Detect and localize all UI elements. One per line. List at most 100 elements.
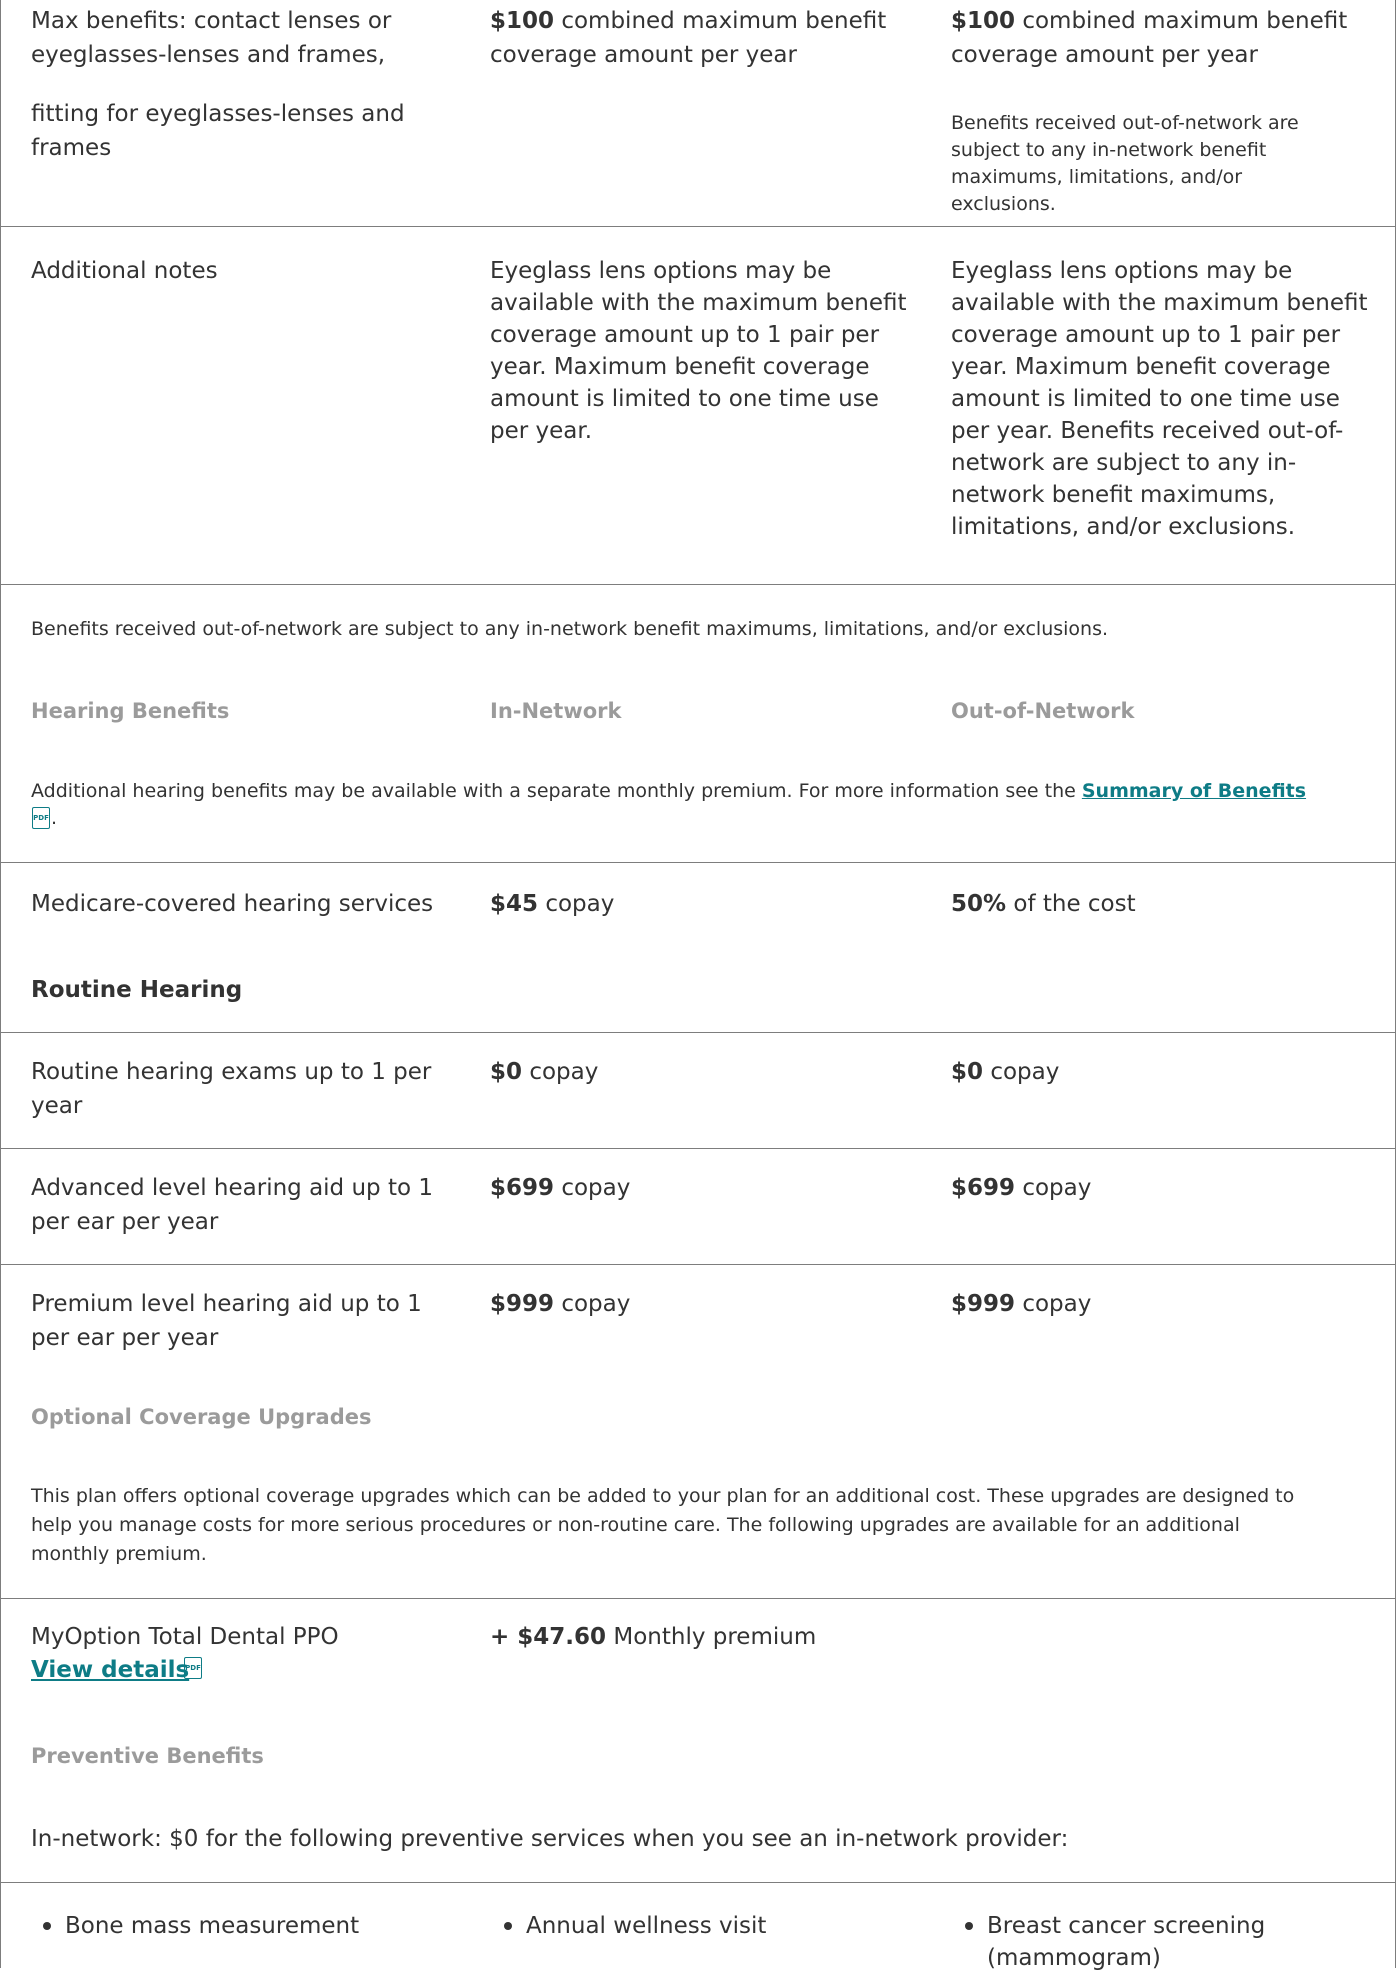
additional-notes-out-line2: available with the maximum benefit	[951, 290, 1368, 316]
out-network-text: of the cost	[1006, 891, 1136, 917]
premium-text: Monthly premium	[606, 1624, 817, 1650]
additional-notes-out-line5: amount is limited to one time use	[951, 386, 1340, 412]
premium-amount: + $47.60	[490, 1624, 607, 1650]
in-network-text: copay	[538, 891, 615, 917]
out-network-amount: 50%	[951, 891, 1007, 917]
additional-notes-in-line2: available with the maximum benefit	[490, 290, 907, 316]
hearing-intro: Additional hearing benefits may be avail…	[31, 777, 1306, 806]
preventive-intro: In-network: $0 for the following prevent…	[31, 1826, 1069, 1852]
hearing-benefits-header: Hearing Benefits	[31, 699, 230, 723]
out-network-amount: $100	[951, 8, 1016, 34]
additional-notes-in-line3: coverage amount up to 1 pair per	[490, 322, 880, 348]
list-item: Bone mass measurement	[65, 1913, 360, 1939]
hearing-row-label-line2: year	[31, 1093, 83, 1119]
view-details-link[interactable]: View details	[31, 1653, 189, 1687]
additional-notes-out-line9: limitations, and/or exclusions.	[951, 514, 1296, 540]
row-divider	[0, 584, 1396, 585]
out-network-text: copay	[983, 1059, 1060, 1085]
hearing-intro-text: Additional hearing benefits may be avail…	[31, 780, 1082, 802]
left-border	[0, 0, 1, 1968]
bullet-icon	[965, 1922, 973, 1930]
optional-upgrades-header: Optional Coverage Upgrades	[31, 1405, 372, 1429]
additional-notes-in-line5: amount is limited to one time use	[490, 386, 879, 412]
out-network-amount: $999	[951, 1291, 1016, 1317]
out-network-amount: $0	[951, 1059, 984, 1085]
additional-notes-in-line4: year. Maximum benefit coverage	[490, 354, 870, 380]
hearing-row-in-network: $0 copay	[490, 1055, 598, 1089]
row-divider	[0, 1882, 1396, 1883]
row-divider	[0, 1598, 1396, 1599]
row-divider	[0, 862, 1396, 863]
in-network-amount: $999	[490, 1291, 555, 1317]
in-network-amount: $699	[490, 1175, 555, 1201]
hearing-row-out-network: $999 copay	[951, 1287, 1091, 1321]
max-benefits-out-network-line2: coverage amount per year	[951, 42, 1258, 68]
max-benefits-label-line4: frames	[31, 135, 112, 161]
list-item: Breast cancer screening	[987, 1913, 1266, 1939]
max-benefits-out-network: $100 combined maximum benefit	[951, 4, 1347, 38]
summary-of-benefits-link[interactable]: Summary of Benefits	[1082, 780, 1306, 802]
in-network-header: In-Network	[490, 699, 622, 723]
out-of-network-header: Out-of-Network	[951, 699, 1135, 723]
additional-notes-out-line3: coverage amount up to 1 pair per	[951, 322, 1341, 348]
hearing-intro-period: .	[51, 807, 58, 829]
hearing-row-label-line2: per ear per year	[31, 1209, 219, 1235]
list-item: Annual wellness visit	[526, 1913, 767, 1939]
out-network-text: copay	[1015, 1291, 1092, 1317]
list-item-continuation: (mammogram)	[987, 1945, 1161, 1971]
in-network-amount: $45	[490, 891, 539, 917]
out-network-disclaimer: Benefits received out-of-network are sub…	[31, 618, 1109, 640]
upgrades-intro-line3: monthly premium.	[31, 1543, 207, 1565]
max-benefits-label-line2: eyeglasses-lenses and frames,	[31, 42, 386, 68]
additional-notes-in-line1: Eyeglass lens options may be	[490, 258, 832, 284]
in-network-text: copay	[522, 1059, 599, 1085]
hearing-row-in-network: $999 copay	[490, 1287, 630, 1321]
max-benefits-label-line3: fitting for eyeglasses-lenses and	[31, 101, 405, 127]
max-benefits-in-network: $100 combined maximum benefit	[490, 4, 886, 38]
dental-premium: + $47.60 Monthly premium	[490, 1620, 816, 1654]
bullet-icon	[43, 1922, 51, 1930]
row-divider	[0, 1032, 1396, 1033]
medicare-hearing-label: Medicare-covered hearing services	[31, 891, 434, 917]
additional-notes-in-line6: per year.	[490, 418, 593, 444]
out-network-text: copay	[1015, 1175, 1092, 1201]
hearing-row-in-network: $699 copay	[490, 1171, 630, 1205]
hearing-row-label-line1: Advanced level hearing aid up to 1	[31, 1175, 433, 1201]
additional-notes-out-line7: network are subject to any in-	[951, 450, 1297, 476]
max-benefits-label-line1: Max benefits: contact lenses or	[31, 8, 392, 34]
out-network-note-line2: subject to any in-network benefit	[951, 139, 1267, 161]
routine-hearing-heading: Routine Hearing	[31, 977, 243, 1003]
row-divider	[0, 226, 1396, 227]
additional-notes-out-line4: year. Maximum benefit coverage	[951, 354, 1331, 380]
additional-notes-out-line6: per year. Benefits received out-of-	[951, 418, 1344, 444]
upgrades-intro-line2: help you manage costs for more serious p…	[31, 1514, 1240, 1536]
out-network-amount: $699	[951, 1175, 1016, 1201]
hearing-row-label-line2: per ear per year	[31, 1325, 219, 1351]
hearing-row-label-line1: Premium level hearing aid up to 1	[31, 1291, 422, 1317]
additional-notes-out-line1: Eyeglass lens options may be	[951, 258, 1293, 284]
out-network-text: combined maximum benefit	[1015, 8, 1348, 34]
additional-notes-label: Additional notes	[31, 258, 218, 284]
pdf-icon: PDF	[32, 807, 50, 829]
in-network-text: copay	[554, 1291, 631, 1317]
out-network-note-line4: exclusions.	[951, 193, 1056, 215]
in-network-amount: $100	[490, 8, 555, 34]
medicare-hearing-out-network: 50% of the cost	[951, 887, 1136, 921]
benefits-page: Max benefits: contact lenses or eyeglass…	[0, 0, 1396, 1971]
max-benefits-in-network-line2: coverage amount per year	[490, 42, 797, 68]
additional-notes-out-line8: network benefit maximums,	[951, 482, 1276, 508]
dental-plan-name: MyOption Total Dental PPO	[31, 1624, 339, 1650]
out-network-note-line3: maximums, limitations, and/or	[951, 166, 1243, 188]
bullet-icon	[504, 1922, 512, 1930]
in-network-amount: $0	[490, 1059, 523, 1085]
hearing-row-out-network: $699 copay	[951, 1171, 1091, 1205]
out-network-note-line1: Benefits received out-of-network are	[951, 112, 1299, 134]
pdf-icon[interactable]: PDF	[184, 1657, 202, 1679]
row-divider	[0, 1264, 1396, 1265]
hearing-row-label-line1: Routine hearing exams up to 1 per	[31, 1059, 432, 1085]
row-divider	[0, 1148, 1396, 1149]
medicare-hearing-in-network: $45 copay	[490, 887, 614, 921]
preventive-benefits-header: Preventive Benefits	[31, 1744, 264, 1768]
hearing-row-out-network: $0 copay	[951, 1055, 1059, 1089]
in-network-text: copay	[554, 1175, 631, 1201]
